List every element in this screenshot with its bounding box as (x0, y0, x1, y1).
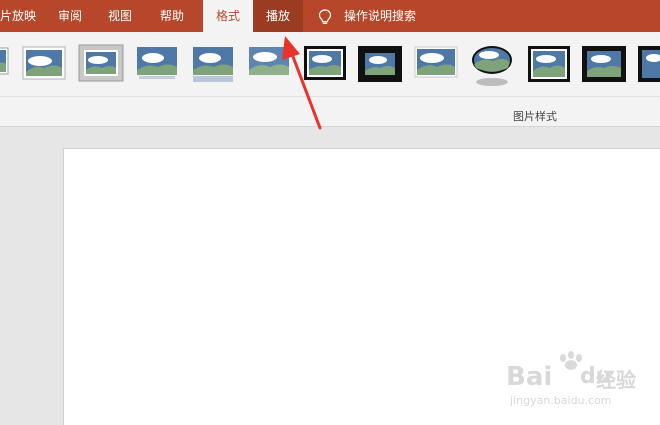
watermark-url: jingyan.baidu.com (510, 394, 612, 407)
baidu-jingyan-watermark: Bai du 经验 jingyan.baidu.com (500, 350, 650, 412)
watermark-jingyan: 经验 (596, 368, 636, 392)
watermark-bai: Bai (506, 362, 553, 392)
